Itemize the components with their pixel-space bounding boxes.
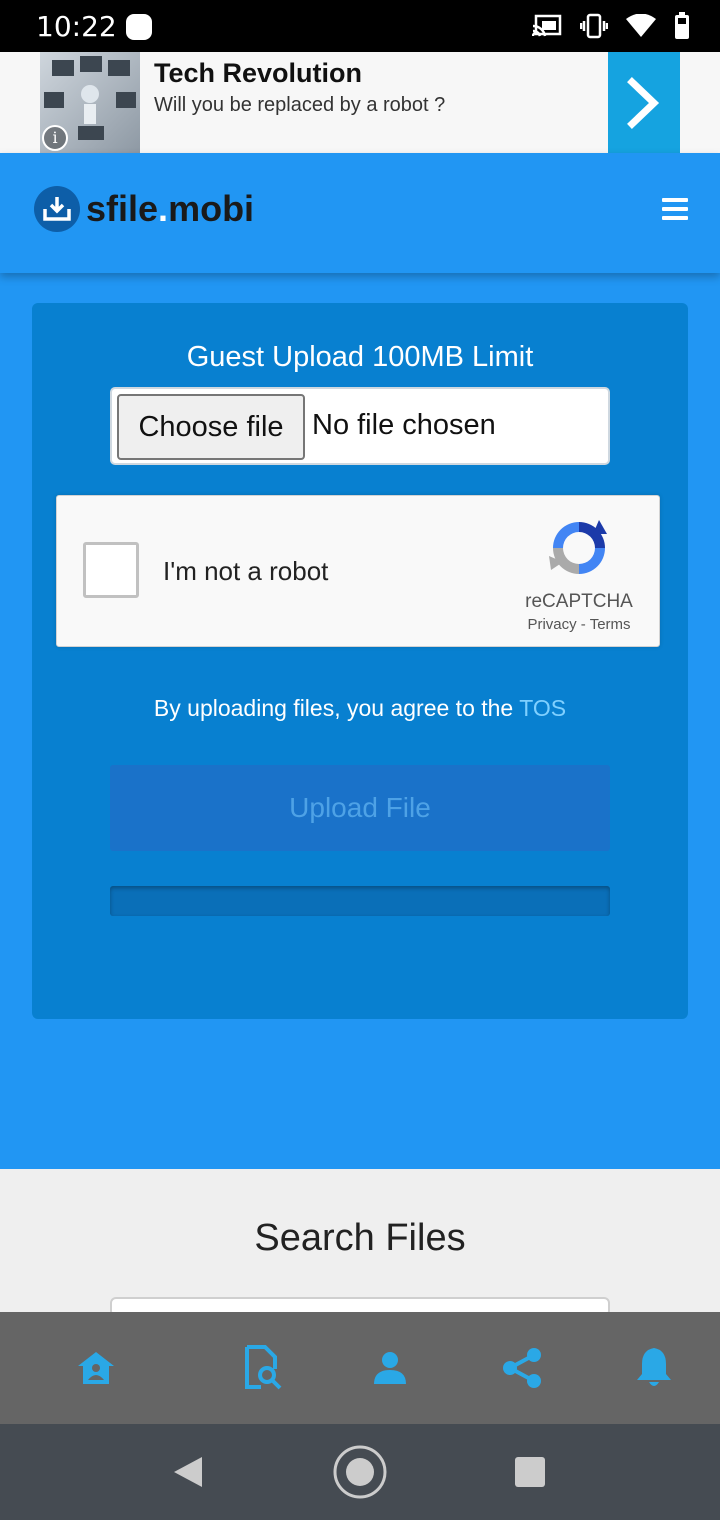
status-time: 10:22 <box>36 10 117 43</box>
nav-share[interactable] <box>496 1342 548 1394</box>
home-circle-icon <box>333 1445 387 1499</box>
ad-title[interactable]: Tech Revolution <box>154 58 362 89</box>
nav-notifications[interactable] <box>628 1342 680 1394</box>
file-input[interactable]: Choose file No file chosen <box>110 387 610 465</box>
nav-file-search[interactable] <box>236 1342 288 1394</box>
ad-image[interactable]: i <box>40 52 140 153</box>
recaptcha-widget: I'm not a robot reCAPTCHA Privacy - Term… <box>56 495 660 647</box>
logo-text: sfile.mobi <box>86 188 255 229</box>
recaptcha-icon <box>549 520 607 574</box>
ad-arrow-button[interactable] <box>608 52 680 153</box>
file-search-icon <box>245 1345 282 1390</box>
privacy-link[interactable]: Privacy <box>527 616 576 633</box>
battery-icon <box>675 12 689 39</box>
tos-notice: By uploading files, you agree to the TOS <box>153 695 567 721</box>
captcha-label: I'm not a robot <box>163 556 329 586</box>
bell-icon <box>637 1348 671 1386</box>
ad-subtitle[interactable]: Will you be replaced by a robot ? <box>154 94 445 117</box>
chevron-right-icon <box>627 77 660 129</box>
site-header: sfile.mobi <box>0 153 720 273</box>
captcha-checkbox[interactable] <box>83 542 139 598</box>
upload-file-button[interactable]: Upload File <box>110 765 610 851</box>
share-icon <box>503 1348 541 1388</box>
ad-banner[interactable]: i Tech Revolution Will you be replaced b… <box>0 52 720 153</box>
status-bar: 10:22 <box>0 0 720 52</box>
file-status: No file chosen <box>312 409 496 441</box>
upload-card: Guest Upload 100MB Limit Choose file No … <box>32 303 688 1019</box>
tos-link[interactable]: TOS <box>519 695 566 721</box>
back-button[interactable] <box>160 1444 216 1500</box>
hamburger-menu-icon[interactable] <box>662 198 688 222</box>
upload-title: Guest Upload 100MB Limit <box>186 341 534 373</box>
vibrate-icon <box>580 13 608 39</box>
system-navigation-bar <box>0 1424 720 1520</box>
user-icon <box>374 1352 406 1384</box>
recaptcha-brand: reCAPTCHA <box>525 591 633 612</box>
status-icons <box>532 12 690 40</box>
recaptcha-links: Privacy - Terms <box>527 616 631 633</box>
search-title: Search Files <box>254 1217 466 1259</box>
bottom-nav <box>0 1312 720 1424</box>
site-logo[interactable]: sfile.mobi <box>34 186 254 232</box>
upload-progress-bar <box>110 886 610 916</box>
terms-link[interactable]: Terms <box>590 616 631 633</box>
notification-icon <box>126 14 152 40</box>
download-icon <box>34 186 80 232</box>
home-icon <box>78 1352 114 1384</box>
recents-button[interactable] <box>502 1444 558 1500</box>
home-button[interactable] <box>332 1444 388 1500</box>
search-section: Search Files <box>0 1169 720 1317</box>
choose-file-button[interactable]: Choose file <box>117 394 305 460</box>
cast-icon <box>532 14 562 37</box>
ad-info-icon[interactable]: i <box>42 125 68 151</box>
nav-home[interactable] <box>70 1342 122 1394</box>
wifi-icon <box>626 14 656 37</box>
nav-user[interactable] <box>364 1342 416 1394</box>
recents-icon <box>515 1457 545 1487</box>
back-icon <box>174 1457 202 1487</box>
